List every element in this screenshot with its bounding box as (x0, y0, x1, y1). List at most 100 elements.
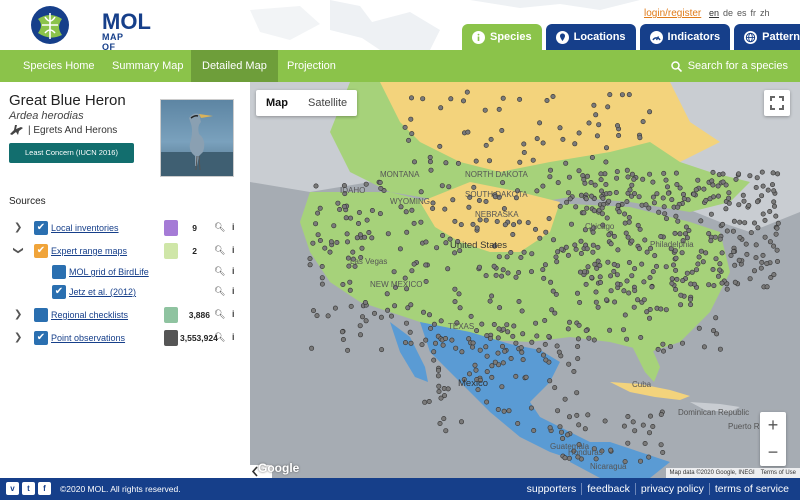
observation-marker[interactable] (605, 104, 611, 110)
observation-marker[interactable] (362, 234, 368, 240)
observation-marker[interactable] (623, 230, 629, 236)
observation-marker[interactable] (464, 89, 470, 95)
chevron-down-icon[interactable]: ❯ (13, 246, 24, 254)
observation-marker[interactable] (677, 185, 683, 191)
observation-marker[interactable] (496, 106, 502, 112)
observation-marker[interactable] (769, 182, 775, 188)
observation-marker[interactable] (760, 183, 766, 189)
observation-marker[interactable] (754, 175, 760, 181)
observation-marker[interactable] (313, 183, 319, 189)
observation-marker[interactable] (327, 249, 333, 255)
tab-indicators[interactable]: Indicators (639, 24, 731, 50)
observation-marker[interactable] (640, 176, 646, 182)
observation-marker[interactable] (577, 269, 583, 275)
observation-marker[interactable] (591, 208, 597, 214)
observation-marker[interactable] (652, 253, 658, 259)
observation-marker[interactable] (328, 239, 334, 245)
observation-marker[interactable] (760, 211, 766, 217)
observation-marker[interactable] (578, 238, 584, 244)
observation-marker[interactable] (546, 216, 552, 222)
tab-species[interactable]: Species (462, 24, 542, 50)
observation-marker[interactable] (770, 170, 776, 176)
observation-marker[interactable] (624, 336, 630, 342)
observation-marker[interactable] (717, 261, 723, 267)
observation-marker[interactable] (411, 220, 417, 226)
observation-marker[interactable] (744, 251, 750, 257)
observation-marker[interactable] (499, 384, 505, 390)
observation-marker[interactable] (409, 268, 415, 274)
observation-marker[interactable] (753, 242, 759, 248)
observation-marker[interactable] (626, 219, 632, 225)
observation-marker[interactable] (438, 105, 444, 111)
observation-marker[interactable] (571, 368, 577, 374)
observation-marker[interactable] (546, 334, 552, 340)
observation-marker[interactable] (572, 242, 578, 248)
observation-marker[interactable] (771, 199, 777, 205)
observation-marker[interactable] (608, 447, 614, 453)
terms-of-use-link[interactable]: Terms of Use (761, 468, 796, 478)
observation-marker[interactable] (588, 180, 594, 186)
observation-marker[interactable] (717, 267, 723, 273)
observation-marker[interactable] (449, 337, 455, 343)
observation-marker[interactable] (706, 282, 712, 288)
observation-marker[interactable] (566, 319, 572, 325)
observation-marker[interactable] (663, 177, 669, 183)
observation-marker[interactable] (448, 96, 454, 102)
observation-marker[interactable] (636, 194, 642, 200)
observation-marker[interactable] (592, 182, 598, 188)
nav-summary-map[interactable]: Summary Map (101, 50, 195, 82)
observation-marker[interactable] (456, 291, 462, 297)
observation-marker[interactable] (566, 414, 572, 420)
observation-marker[interactable] (565, 326, 571, 332)
observation-marker[interactable] (542, 262, 548, 268)
observation-marker[interactable] (438, 318, 444, 324)
observation-marker[interactable] (650, 423, 656, 429)
observation-marker[interactable] (500, 95, 506, 101)
observation-marker[interactable] (608, 288, 614, 294)
observation-marker[interactable] (693, 187, 699, 193)
observation-marker[interactable] (679, 250, 685, 256)
observation-marker[interactable] (640, 422, 646, 428)
observation-marker[interactable] (576, 322, 582, 328)
observation-marker[interactable] (310, 308, 316, 314)
observation-marker[interactable] (427, 154, 433, 160)
observation-marker[interactable] (565, 190, 571, 196)
observation-marker[interactable] (467, 371, 473, 377)
observation-marker[interactable] (773, 231, 779, 237)
observation-marker[interactable] (409, 95, 415, 101)
observation-marker[interactable] (521, 249, 527, 255)
observation-marker[interactable] (533, 320, 539, 326)
observation-marker[interactable] (575, 336, 581, 342)
observation-marker[interactable] (691, 191, 697, 197)
observation-marker[interactable] (500, 360, 506, 366)
observation-marker[interactable] (489, 293, 495, 299)
observation-marker[interactable] (703, 197, 709, 203)
observation-marker[interactable] (707, 196, 713, 202)
observation-marker[interactable] (759, 169, 765, 175)
observation-marker[interactable] (356, 221, 362, 227)
observation-marker[interactable] (775, 220, 781, 226)
observation-marker[interactable] (667, 344, 673, 350)
observation-marker[interactable] (491, 263, 497, 269)
observation-marker[interactable] (377, 211, 383, 217)
observation-marker[interactable] (443, 336, 449, 342)
observation-marker[interactable] (594, 133, 600, 139)
lang-fr[interactable]: fr (751, 8, 757, 18)
observation-marker[interactable] (759, 193, 765, 199)
observation-marker[interactable] (488, 136, 494, 142)
observation-marker[interactable] (523, 374, 529, 380)
observation-marker[interactable] (644, 309, 650, 315)
observation-marker[interactable] (483, 344, 489, 350)
observation-marker[interactable] (703, 250, 709, 256)
observation-marker[interactable] (614, 272, 620, 278)
observation-marker[interactable] (493, 272, 499, 278)
observation-marker[interactable] (737, 219, 743, 225)
observation-marker[interactable] (564, 199, 570, 205)
observation-marker[interactable] (495, 335, 501, 341)
observation-marker[interactable] (632, 288, 638, 294)
observation-marker[interactable] (555, 408, 561, 414)
observation-marker[interactable] (343, 215, 349, 221)
observation-marker[interactable] (573, 204, 579, 210)
observation-marker[interactable] (484, 369, 490, 375)
observation-marker[interactable] (611, 268, 617, 274)
